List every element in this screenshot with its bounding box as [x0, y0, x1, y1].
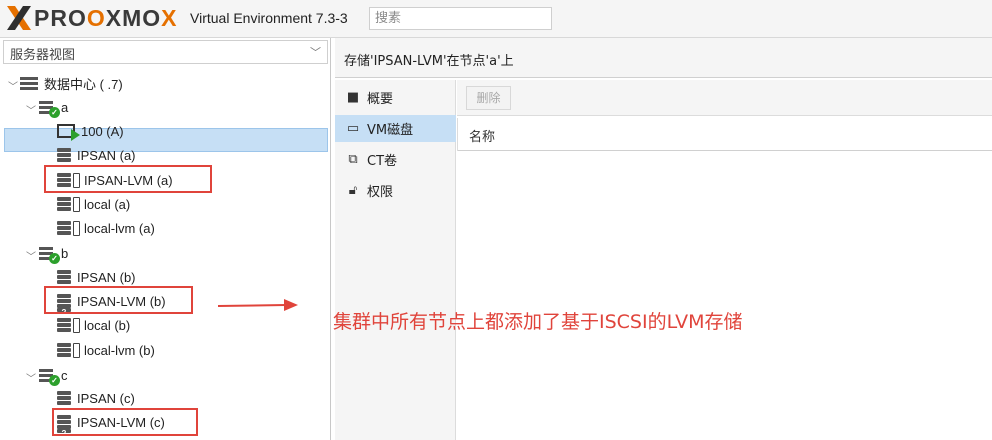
tree-node-storage[interactable]: local-lvm (b) — [57, 338, 155, 362]
nav-item-ct-volumes[interactable]: ⧉ CT卷 — [335, 146, 456, 173]
storage-icon — [57, 269, 71, 285]
storage-status-icon — [73, 317, 80, 333]
storage-icon — [57, 220, 71, 236]
book-icon: ■ — [346, 90, 360, 105]
collapse-icon[interactable]: ﹀ — [26, 248, 36, 263]
tree-node-storage[interactable]: local (a) — [57, 192, 130, 216]
view-select[interactable]: 服务器视图 ﹀ — [3, 40, 328, 64]
version-label: Virtual Environment 7.3-3 — [190, 10, 348, 26]
proxmox-x-icon — [7, 6, 31, 30]
chevron-down-icon[interactable]: ﹀ — [310, 44, 321, 60]
grid-toolbar — [457, 80, 992, 116]
column-separator — [457, 118, 458, 151]
tree-node-datacenter[interactable]: 数据中心 ( .7) — [20, 71, 123, 95]
vm-running-icon — [57, 124, 80, 141]
tree-node-c[interactable]: ✓ c — [39, 363, 68, 387]
unlock-icon: 🔓︎ — [348, 183, 358, 198]
server-online-icon: ✓ — [39, 100, 60, 118]
annotation-text: 集群中所有节点上都添加了基于ISCSI的LVM存储 — [333, 311, 743, 333]
nav-item-summary[interactable]: ■ 概要 — [335, 84, 456, 111]
highlight-box — [44, 165, 212, 193]
collapse-icon[interactable]: ﹀ — [26, 370, 36, 385]
view-select-value: 服务器视图 — [10, 48, 76, 63]
annotation-arrow-icon — [218, 299, 298, 311]
storage-icon — [57, 390, 71, 406]
highlight-box — [44, 286, 193, 314]
server-online-icon: ✓ — [39, 368, 60, 386]
page-title: 存储'IPSAN-LVM'在节点'a'上 — [344, 54, 514, 69]
tree-node-storage[interactable]: local (b) — [57, 313, 130, 337]
column-header-name[interactable]: 名称 — [469, 126, 495, 145]
storage-nav: ■ 概要 ▭ VM磁盘 ⧉ CT卷 🔓︎ 权限 — [335, 80, 456, 440]
delete-button[interactable]: 删除 — [466, 86, 511, 110]
grid-header — [457, 118, 992, 151]
tree-node-storage[interactable]: local-lvm (a) — [57, 216, 155, 240]
storage-status-icon — [73, 342, 80, 358]
storage-status-icon — [73, 220, 80, 236]
tree-node-b[interactable]: ✓ b — [39, 241, 68, 265]
proxmox-logo: PROOXMOX — [6, 5, 177, 31]
ct-volume-icon: ⧉ — [348, 152, 358, 167]
search-input[interactable] — [369, 7, 552, 30]
storage-icon — [57, 147, 71, 163]
tree-node-storage[interactable]: IPSAN (a) — [57, 143, 136, 167]
nav-item-permissions[interactable]: 🔓︎ 权限 — [335, 177, 456, 204]
tree-node-vm-100[interactable]: 100 (A) — [57, 119, 124, 143]
logo-text: PROOXMOX — [34, 4, 178, 31]
collapse-icon[interactable]: ﹀ — [8, 78, 18, 93]
storage-icon — [57, 342, 71, 358]
storage-icon — [57, 317, 71, 333]
nav-item-vm-disks[interactable]: ▭ VM磁盘 — [335, 115, 456, 142]
storage-icon — [57, 196, 71, 212]
hdd-icon: ▭ — [346, 121, 360, 136]
top-header: PROOXMOX Virtual Environment 7.3-3 — [0, 0, 992, 38]
selected-row-highlight — [4, 128, 328, 152]
tree-node-storage[interactable]: IPSAN (c) — [57, 386, 135, 410]
storage-status-icon — [73, 196, 80, 212]
datacenter-icon — [20, 76, 38, 90]
server-online-icon: ✓ — [39, 246, 60, 264]
tree-node-a[interactable]: ✓ a — [39, 95, 68, 119]
highlight-box — [52, 408, 198, 436]
collapse-icon[interactable]: ﹀ — [26, 102, 36, 117]
